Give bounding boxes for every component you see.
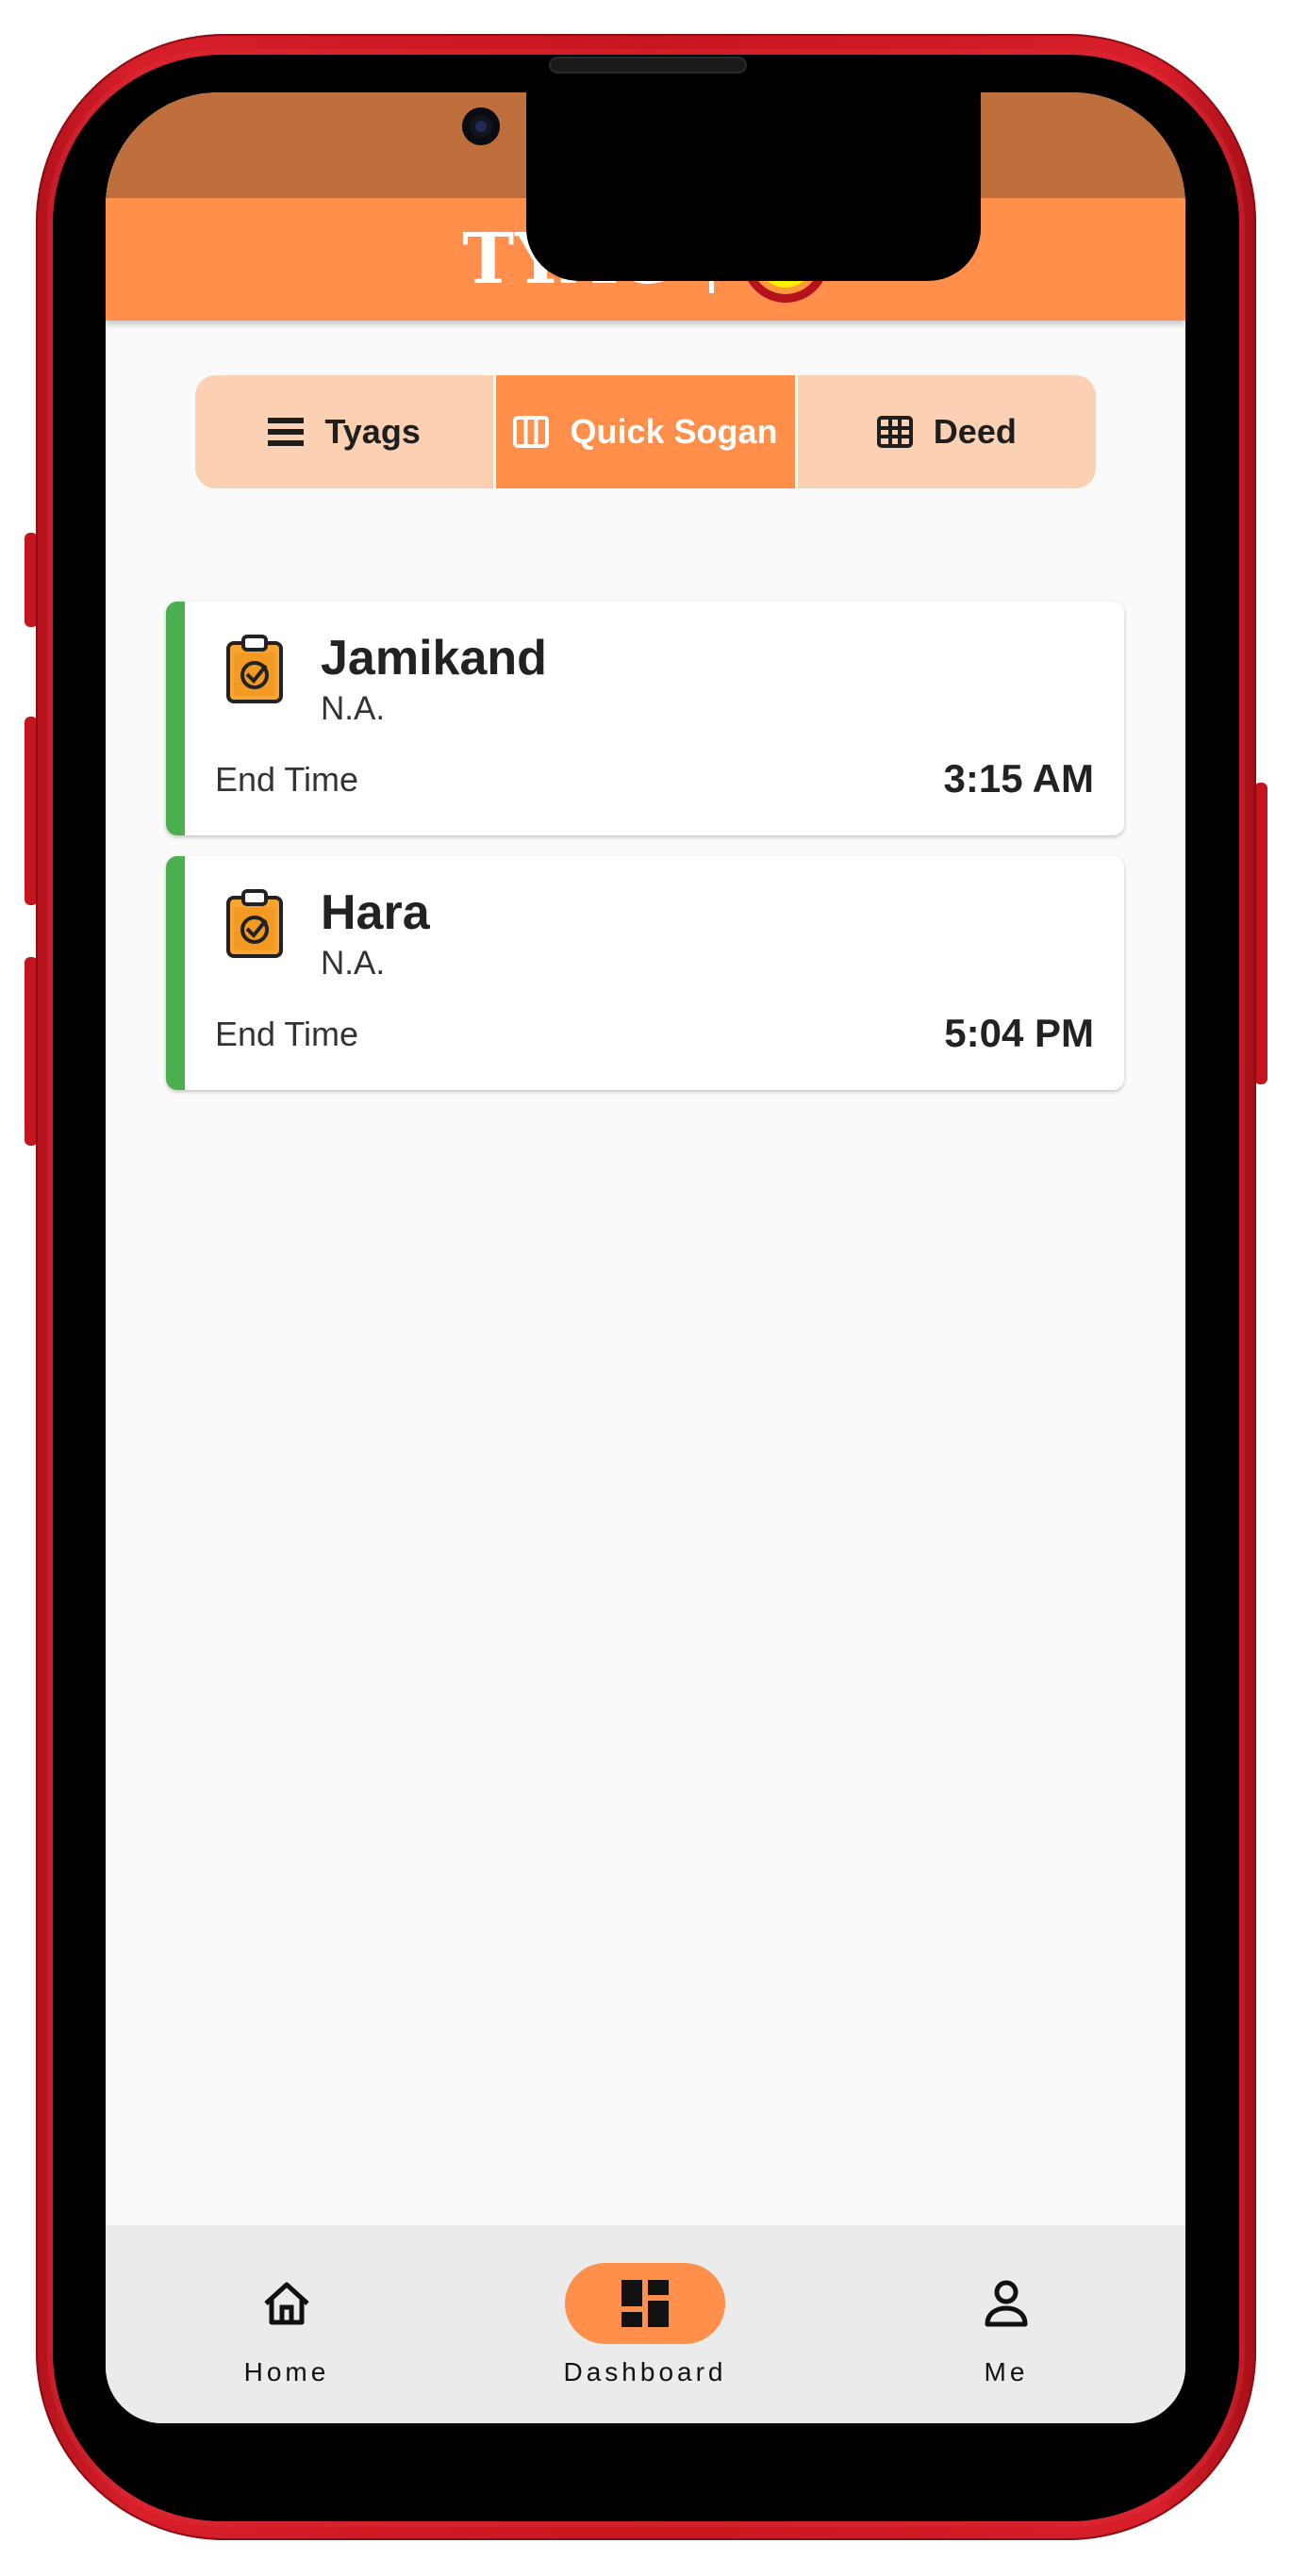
- end-time-label: End Time: [215, 1015, 359, 1053]
- clipboard-check-icon: [226, 635, 283, 703]
- grid-icon: [876, 416, 913, 448]
- card-subtitle: N.A.: [321, 945, 386, 982]
- tab-label: Deed: [933, 412, 1017, 451]
- card-title: Hara: [321, 885, 430, 940]
- nav-pill-active: [565, 2263, 725, 2344]
- nav-dashboard[interactable]: Dashboard: [541, 2263, 749, 2387]
- tab-deed[interactable]: Deed: [797, 375, 1096, 488]
- end-time-value: 5:04 PM: [944, 1011, 1094, 1055]
- nav-label: Home: [243, 2357, 330, 2386]
- list-icon: [268, 418, 305, 446]
- nav-label: Dashboard: [563, 2357, 727, 2386]
- front-camera: [462, 107, 500, 145]
- tab-tyags[interactable]: Tyags: [195, 375, 497, 488]
- camera-notch: [526, 92, 981, 281]
- nav-pill: [926, 2263, 1086, 2344]
- card-title: Jamikand: [321, 631, 547, 685]
- nav-me[interactable]: Me: [903, 2263, 1110, 2387]
- nav-home[interactable]: Home: [183, 2263, 390, 2387]
- person-icon: [985, 2280, 1028, 2327]
- sogan-card[interactable]: Jamikand N.A. End Time 3:15 AM: [166, 602, 1124, 835]
- app-screen: TYAG Tyags: [106, 92, 1185, 2423]
- end-time-label: End Time: [215, 760, 359, 799]
- columns-icon: [513, 416, 550, 448]
- device-mockup: TYAG Tyags: [0, 0, 1292, 2576]
- tab-quick-sogan[interactable]: Quick Sogan: [496, 375, 798, 488]
- dashboard-icon: [621, 2280, 669, 2327]
- sogan-card[interactable]: Hara N.A. End Time 5:04 PM: [166, 856, 1124, 1090]
- nav-label: Me: [984, 2357, 1029, 2386]
- tab-label: Tyags: [324, 412, 421, 451]
- bottom-navigation: Home Dashboard Me: [106, 2225, 1185, 2423]
- nav-pill: [207, 2263, 367, 2344]
- home-icon: [264, 2282, 309, 2325]
- tab-label: Quick Sogan: [570, 412, 778, 451]
- power-button: [1254, 783, 1267, 1084]
- end-time-value: 3:15 AM: [943, 756, 1095, 801]
- clipboard-check-icon: [226, 889, 283, 958]
- earpiece-speaker: [549, 57, 747, 74]
- segmented-tabs: Tyags Quick Sogan Deed: [195, 375, 1096, 488]
- card-subtitle: N.A.: [321, 690, 386, 727]
